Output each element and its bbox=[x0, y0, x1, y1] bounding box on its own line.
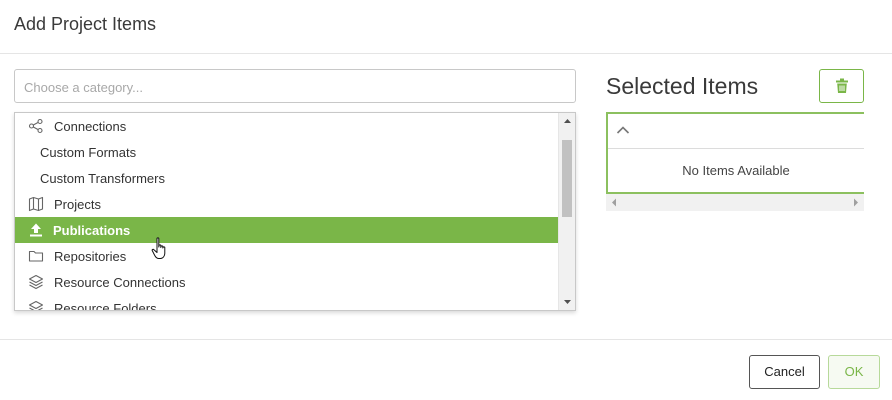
scroll-right-arrow-icon[interactable] bbox=[852, 198, 860, 207]
dropdown-item-label: Publications bbox=[53, 223, 131, 238]
dropdown-item-label: Resource Connections bbox=[54, 275, 186, 290]
layers-icon bbox=[28, 300, 44, 310]
upload-icon bbox=[28, 222, 44, 238]
dropdown-item-label: Connections bbox=[54, 119, 127, 134]
empty-message: No Items Available bbox=[682, 163, 790, 178]
selected-items-grid: No Items Available bbox=[606, 112, 864, 194]
dropdown-item-connections[interactable]: Connections bbox=[15, 113, 559, 139]
chevron-up-icon[interactable] bbox=[616, 125, 630, 135]
dropdown-item-label: Projects bbox=[54, 197, 101, 212]
footer-divider bbox=[0, 339, 892, 340]
dropdown-item-resource-connections[interactable]: Resource Connections bbox=[15, 269, 559, 295]
dropdown-item-projects[interactable]: Projects bbox=[15, 191, 559, 217]
dropdown-item-publications[interactable]: Publications bbox=[15, 217, 559, 243]
dialog-header: Add Project Items bbox=[0, 0, 892, 54]
scroll-left-arrow-icon[interactable] bbox=[610, 198, 618, 207]
category-list: Connections Custom Formats Custom Transf… bbox=[15, 113, 559, 311]
dropdown-item-custom-formats[interactable]: Custom Formats bbox=[15, 139, 559, 165]
dropdown-item-repositories[interactable]: Repositories bbox=[15, 243, 559, 269]
scroll-down-arrow-icon[interactable] bbox=[559, 293, 575, 310]
category-placeholder: Choose a category... bbox=[24, 80, 143, 95]
share-icon bbox=[28, 118, 44, 134]
grid-horizontal-scrollbar[interactable] bbox=[606, 194, 864, 211]
category-dropdown: Connections Custom Formats Custom Transf… bbox=[14, 112, 576, 311]
dropdown-item-label: Custom Transformers bbox=[40, 171, 165, 186]
dropdown-item-label: Repositories bbox=[54, 249, 127, 264]
dropdown-item-label: Custom Formats bbox=[40, 145, 137, 160]
grid-header bbox=[608, 114, 864, 149]
selected-items-title: Selected Items bbox=[606, 73, 759, 99]
delete-button[interactable] bbox=[819, 69, 864, 103]
dropdown-item-resource-folders[interactable]: Resource Folders bbox=[15, 295, 559, 311]
layers-icon bbox=[28, 274, 44, 290]
cancel-button[interactable]: Cancel bbox=[749, 355, 820, 389]
dropdown-item-custom-transformers[interactable]: Custom Transformers bbox=[15, 165, 559, 191]
dialog-title: Add Project Items bbox=[14, 14, 157, 34]
scrollbar-thumb[interactable] bbox=[562, 140, 572, 217]
hand-pointer-cursor-icon bbox=[151, 237, 169, 266]
folder-icon bbox=[28, 248, 44, 264]
category-select[interactable]: Choose a category... bbox=[14, 69, 576, 103]
scroll-up-arrow-icon[interactable] bbox=[559, 113, 575, 130]
dropdown-item-label: Resource Folders bbox=[54, 301, 157, 311]
trash-icon bbox=[836, 78, 848, 93]
dropdown-scrollbar[interactable] bbox=[558, 113, 575, 310]
ok-button[interactable]: OK bbox=[828, 355, 880, 389]
map-icon bbox=[28, 196, 44, 212]
